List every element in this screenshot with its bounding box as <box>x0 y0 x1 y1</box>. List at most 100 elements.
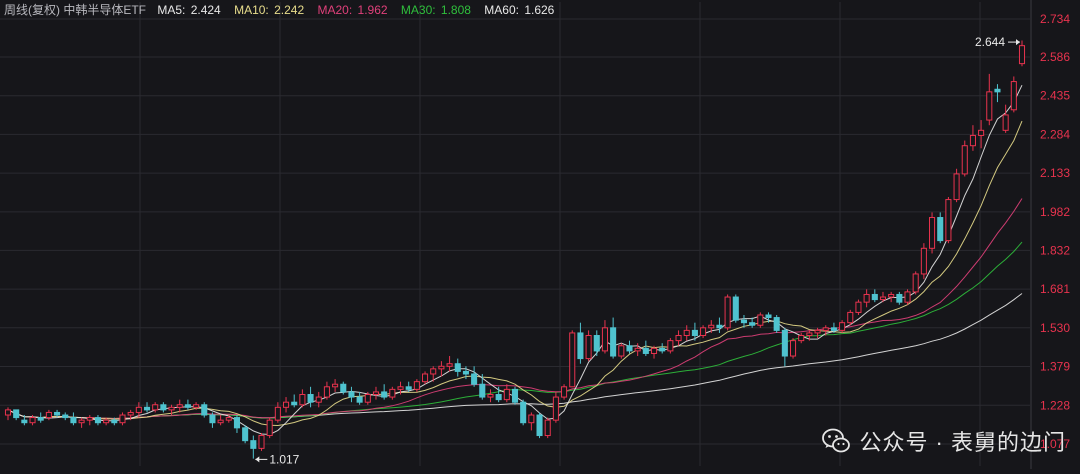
candle-body <box>274 406 281 421</box>
candle-body <box>888 293 895 298</box>
candle-body <box>4 409 12 416</box>
chart-legend: 周线(复权) 中韩半导体ETF MA5: 2.424 MA10: 2.242 M… <box>4 3 558 17</box>
legend-ma30-value: 1.808 <box>440 3 471 17</box>
candle-body <box>593 335 600 352</box>
candle-body <box>740 319 748 324</box>
legend-ma20-value: 1.962 <box>357 3 388 17</box>
legend-ma60-value: 1.626 <box>524 3 555 17</box>
candle-body <box>332 383 339 388</box>
candle-body <box>430 368 437 375</box>
candle-body <box>1010 81 1017 111</box>
candle-body <box>732 296 739 321</box>
candle-body <box>528 414 535 424</box>
candle-body <box>642 347 649 354</box>
legend-ma10-value: 2.242 <box>274 3 305 17</box>
candle-body <box>54 411 61 416</box>
candle-body <box>299 393 306 406</box>
watermark: 公众号 · 表舅的边门 <box>821 425 1066 457</box>
max-arrowhead <box>1016 39 1020 46</box>
y-tick-label: 1.832 <box>1040 243 1070 257</box>
y-tick-label: 1.982 <box>1040 205 1070 219</box>
candle-body <box>446 363 453 367</box>
candle-body <box>969 134 976 147</box>
candle-body <box>561 386 568 398</box>
candle-body <box>667 340 674 352</box>
y-tick-label: 1.681 <box>1040 282 1070 296</box>
candle-body <box>94 417 101 424</box>
candle-body <box>724 296 731 329</box>
candle-body <box>520 401 527 424</box>
legend-ma20-label: MA20: <box>317 3 353 17</box>
candle-body <box>879 296 887 301</box>
candle-body <box>569 332 576 388</box>
candle-body <box>143 406 151 411</box>
candle-body <box>405 386 412 390</box>
candle-body <box>978 129 985 136</box>
min-arrowhead <box>255 456 260 463</box>
candle-body <box>634 347 641 352</box>
candle-body <box>871 293 878 301</box>
candle-body <box>610 327 617 357</box>
candle-body <box>781 329 788 357</box>
candle-body <box>454 363 461 372</box>
candle-body <box>650 347 658 354</box>
candle-body <box>307 393 314 403</box>
candle-body <box>912 273 919 293</box>
candle-body <box>397 386 404 390</box>
candle-body <box>511 388 519 403</box>
candle-body <box>119 414 126 424</box>
candle-body <box>78 419 85 424</box>
candle-body <box>86 417 93 421</box>
y-tick-label: 2.586 <box>1040 50 1070 64</box>
candle-body <box>814 329 821 334</box>
legend-ma5-label: MA5: <box>157 3 186 17</box>
candle-body <box>503 388 510 401</box>
candle-body <box>994 88 1001 93</box>
y-tick-label: 2.734 <box>1040 12 1070 26</box>
candle-body <box>708 324 715 329</box>
candle-body <box>225 417 232 421</box>
max-label: 2.644 <box>975 35 1005 49</box>
candle-body <box>749 322 756 326</box>
candle-body <box>45 411 52 419</box>
candle-body <box>487 393 494 398</box>
candle-body <box>201 404 208 416</box>
candle-body <box>168 406 175 411</box>
candle-body <box>282 401 290 408</box>
candle-body <box>659 347 666 352</box>
candle-body <box>242 427 249 442</box>
y-tick-label: 2.284 <box>1040 127 1070 141</box>
candle-body <box>62 414 69 419</box>
candle-body <box>552 396 559 421</box>
candle-body <box>233 417 241 429</box>
candle-body <box>585 335 592 360</box>
candle-body <box>13 409 20 419</box>
candle-body <box>806 332 813 337</box>
candle-body <box>765 314 772 319</box>
candle-body <box>757 314 764 326</box>
candle-body <box>193 404 200 408</box>
candle-body <box>1018 45 1026 65</box>
y-tick-label: 2.133 <box>1040 166 1070 180</box>
y-tick-label: 1.530 <box>1040 321 1070 335</box>
candle-body <box>839 322 846 331</box>
candle-body <box>348 391 355 398</box>
legend-ma20: MA20: 1.962 <box>317 3 392 17</box>
candle-body <box>372 391 380 395</box>
candle-body <box>111 419 118 424</box>
legend-ma30-label: MA30: <box>400 3 436 17</box>
candle-body <box>250 440 257 449</box>
legend-title: 周线(复权) 中韩半导体ETF <box>4 3 146 17</box>
candle-body <box>1002 114 1009 131</box>
candle-body <box>700 327 707 337</box>
candle-body <box>961 145 968 175</box>
candle-body <box>356 396 363 403</box>
candle-body <box>863 293 870 303</box>
candle-body <box>716 324 723 329</box>
legend-ma30: MA30: 1.808 <box>401 3 476 17</box>
y-tick-label: 2.435 <box>1040 89 1070 103</box>
ma5-line <box>7 84 1023 436</box>
candle-body <box>323 386 330 398</box>
candle-body <box>127 411 134 416</box>
candle-body <box>920 247 927 275</box>
